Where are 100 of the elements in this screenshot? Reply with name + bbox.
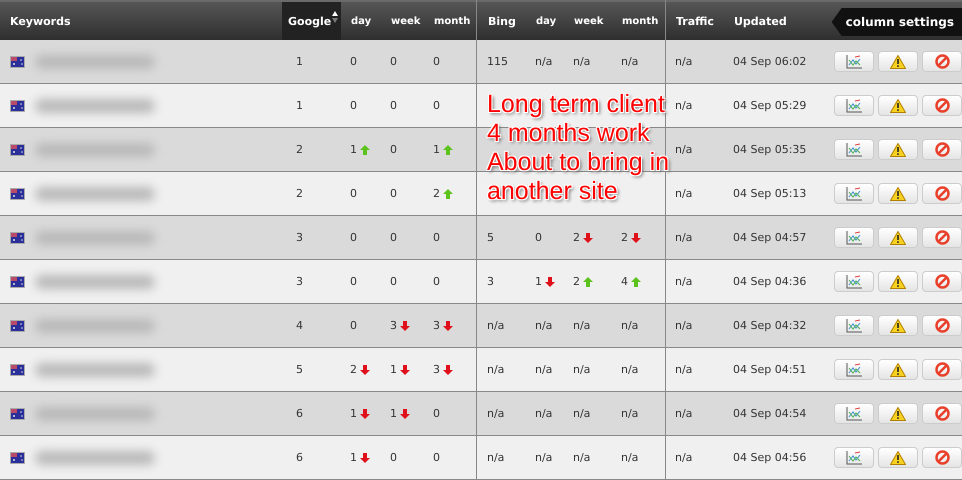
table-cell: 2 (423, 187, 475, 200)
table-cell-text: n/a (674, 187, 694, 200)
warning-icon (890, 230, 906, 244)
warning-button[interactable] (878, 95, 918, 116)
flag-icon (10, 276, 25, 288)
table-cell-text: 6 (295, 451, 304, 464)
column-settings-button[interactable]: column settings (832, 8, 962, 36)
table-cell-text: n/a (486, 363, 506, 376)
chart-button[interactable] (834, 51, 874, 72)
arrow-down-icon (400, 408, 410, 418)
arrow-down-icon (443, 364, 453, 374)
column-header[interactable]: week (562, 2, 608, 40)
table-cell-text: 0 (349, 231, 358, 244)
table-cell-text: n/a (486, 407, 506, 420)
column-header[interactable]: day (522, 2, 562, 40)
warning-button[interactable] (878, 271, 918, 292)
table-cell: 2 (607, 231, 664, 244)
column-header[interactable]: Updated (722, 2, 826, 40)
chart-button[interactable] (834, 359, 874, 380)
flag-icon (10, 452, 25, 464)
table-cell-text: n/a (534, 407, 554, 420)
warning-button[interactable] (878, 359, 918, 380)
column-header[interactable]: week (381, 2, 424, 40)
chart-button[interactable] (834, 315, 874, 336)
table-cell-text: 0 (389, 451, 398, 464)
table-cell: 1 (340, 143, 380, 156)
warning-icon (890, 186, 906, 200)
block-button[interactable] (922, 183, 962, 204)
table-cell-text: n/a (620, 451, 640, 464)
prohibited-icon (934, 186, 950, 201)
prohibited-icon (934, 54, 950, 69)
column-header[interactable]: Traffic (665, 2, 722, 40)
table-cell-text: n/a (674, 231, 694, 244)
table-cell-text: 0 (534, 231, 543, 244)
block-button[interactable] (922, 447, 962, 468)
chart-button[interactable] (834, 447, 874, 468)
table-cell: 1 (521, 275, 561, 288)
chart-button[interactable] (834, 183, 874, 204)
column-header[interactable]: day (341, 2, 381, 40)
column-header[interactable]: Bing (476, 2, 522, 40)
table-cell-text: n/a (620, 363, 640, 376)
prohibited-icon (934, 274, 950, 289)
column-header[interactable]: month (608, 2, 665, 40)
flag-icon (10, 56, 25, 68)
arrow-down-icon (631, 232, 641, 242)
chart-button[interactable] (834, 403, 874, 424)
warning-button[interactable] (878, 315, 918, 336)
table-cell-text: 0 (389, 143, 398, 156)
table-cell-text: 0 (432, 55, 441, 68)
table-cell: 2 (340, 363, 380, 376)
arrow-down-icon (545, 276, 555, 286)
warning-button[interactable] (878, 447, 918, 468)
table-cell-text: n/a (674, 451, 694, 464)
block-button[interactable] (922, 227, 962, 248)
line-chart-icon (846, 362, 862, 376)
table-cell-text: n/a (674, 407, 694, 420)
table-cell-text: 0 (389, 275, 398, 288)
block-button[interactable] (922, 51, 962, 72)
chart-button[interactable] (834, 227, 874, 248)
arrow-up-icon (443, 144, 453, 154)
table-cell-text: 04 Sep 05:29 (732, 99, 808, 112)
table-cell-text: n/a (534, 363, 554, 376)
warning-button[interactable] (878, 403, 918, 424)
arrow-up-icon (360, 144, 370, 154)
table-cell-text: 3 (486, 275, 495, 288)
block-button[interactable] (922, 315, 962, 336)
warning-button[interactable] (878, 227, 918, 248)
column-header[interactable]: month (424, 2, 476, 40)
table-cell-text: n/a (674, 99, 694, 112)
table-cell-text: n/a (534, 319, 554, 332)
prohibited-icon (934, 318, 950, 333)
warning-icon (890, 450, 906, 464)
table-cell: 3 (423, 363, 475, 376)
column-header[interactable]: Keywords (0, 2, 282, 40)
prohibited-icon (934, 142, 950, 157)
warning-button[interactable] (878, 51, 918, 72)
warning-icon (890, 406, 906, 420)
block-button[interactable] (922, 403, 962, 424)
annotation-text: Long term client 4 months work About to bring in another site (487, 90, 670, 206)
block-button[interactable] (922, 139, 962, 160)
table-cell-text: n/a (572, 363, 592, 376)
warning-button[interactable] (878, 139, 918, 160)
table-cell-text: n/a (572, 407, 592, 420)
table-cell-text: 04 Sep 04:54 (732, 407, 808, 420)
table-cell-text: n/a (620, 407, 640, 420)
chart-button[interactable] (834, 139, 874, 160)
warning-button[interactable] (878, 183, 918, 204)
table-cell: 3 (423, 319, 475, 332)
flag-icon (10, 320, 25, 332)
table-cell: 4 (607, 275, 664, 288)
chart-button[interactable] (834, 95, 874, 116)
block-button[interactable] (922, 95, 962, 116)
warning-icon (890, 318, 906, 332)
block-button[interactable] (922, 271, 962, 292)
table-cell-text: 0 (349, 55, 358, 68)
block-button[interactable] (922, 359, 962, 380)
arrow-down-icon (583, 232, 593, 242)
table-cell-text: 4 (295, 319, 304, 332)
chart-button[interactable] (834, 271, 874, 292)
column-header[interactable]: Google (282, 2, 341, 40)
